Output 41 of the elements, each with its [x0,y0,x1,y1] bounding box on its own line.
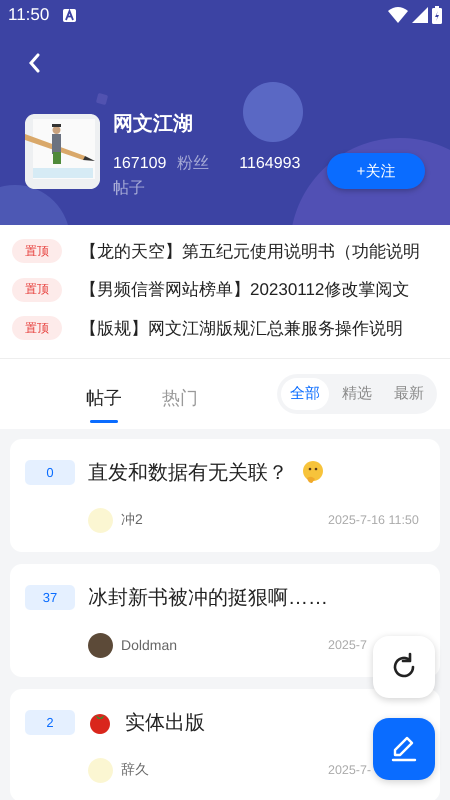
tab[interactable]: 帖子 [86,376,122,422]
stat-label: 粉丝 [176,155,209,172]
pencil-icon [390,735,418,763]
forum-name: 网文江湖 [113,112,194,137]
avatar-icon [88,758,113,782]
author-name: 冲2 [121,511,143,529]
compose-button[interactable] [373,718,435,780]
post-card[interactable]: 37 冰封新书被冲的挺狠啊…… Doldman 2025-7 [10,564,440,676]
reply-count: 2 [25,710,75,734]
post-title: 直发和数据有无关联？ [88,460,288,486]
author-name: Doldman [121,637,178,653]
pinned-post-title[interactable]: 【版规】网文江湖版规汇总兼服务操作说明 [80,316,403,340]
post-title: 实体出版 [125,710,205,736]
post-time: 2025-7 [328,638,368,652]
avatar-icon [88,508,113,532]
post-card[interactable]: 2 实体出版 辞久 2025-7- [10,688,440,800]
author-name: 辞久 [121,761,149,779]
avatar-icon [88,632,113,658]
refresh-button[interactable] [373,636,435,698]
pinned-post-title[interactable]: 【龙的天空】第五纪元使用说明书（功能说明 [80,240,420,263]
battery-icon [432,6,442,24]
status-time: 11:50 [8,5,50,25]
stat-label: 帖子 [113,180,145,197]
pinned-post-title[interactable]: 【男频信誉网站榜单】20230112修改掌阅文 [80,278,410,302]
post-card[interactable]: 0 直发和数据有无关联？ 冲2 2025-7-16 11:50 [10,438,440,552]
filter-option[interactable]: 全部 [281,378,329,410]
stat-count: 1164993 [239,155,300,172]
signal-icon [412,7,428,23]
pinned-tag: 置顶 [12,316,62,340]
reply-count: 0 [25,460,75,484]
pinned-tag: 置顶 [12,278,62,302]
follow-button[interactable]: +关注 [327,153,425,189]
thinking-emoji-icon [301,460,325,484]
post-time: 2025-7- [328,763,372,777]
reply-count: 37 [25,584,75,610]
post-title: 冰封新书被冲的挺狠啊…… [88,586,328,610]
notification-icon [63,8,76,22]
wifi-icon [388,7,408,23]
pinned-tag: 置顶 [12,239,62,264]
post-time: 2025-7-16 11:50 [328,513,420,527]
stat-count: 167109 [113,155,166,172]
